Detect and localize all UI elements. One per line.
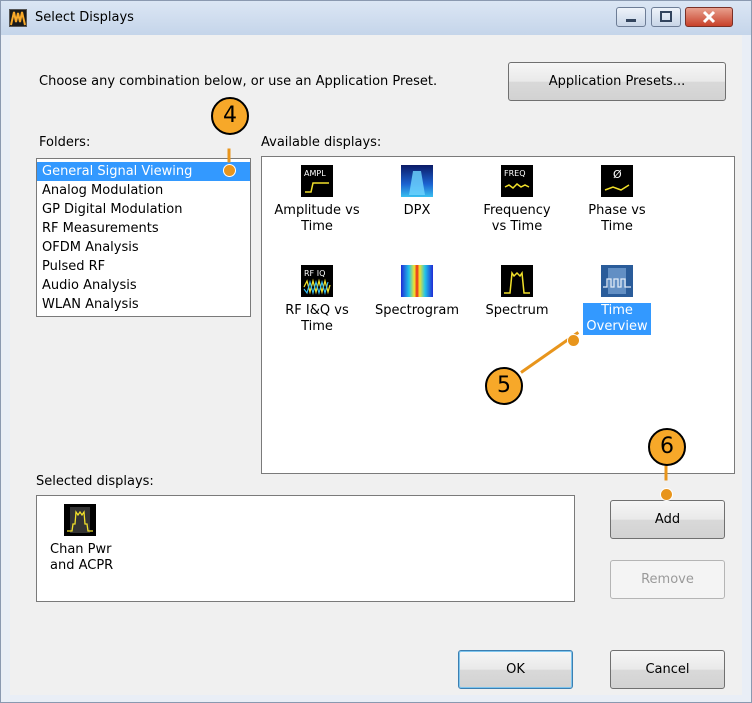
display-label-line1: Time: [601, 303, 633, 318]
display-rf-iq-vs-time[interactable]: RF IQ RF I&Q vs Time: [262, 265, 372, 335]
display-label-line1: Phase vs: [588, 203, 646, 218]
display-amplitude-vs-time[interactable]: AMPL Amplitude vs Time: [262, 165, 372, 235]
display-label-line2: Time: [301, 219, 333, 234]
dialog-content: Choose any combination below, or use an …: [10, 35, 742, 695]
display-label-line2: vs Time: [491, 219, 543, 234]
svg-text:AMPL: AMPL: [304, 169, 326, 178]
folder-item-analog-modulation[interactable]: Analog Modulation: [37, 181, 250, 200]
display-phase-vs-time[interactable]: Ø Phase vs Time: [562, 165, 672, 235]
application-presets-button[interactable]: Application Presets...: [508, 62, 726, 101]
svg-text:RF IQ: RF IQ: [304, 269, 325, 278]
callout-badge-6: 6: [648, 428, 686, 466]
phase-icon: Ø: [601, 165, 633, 197]
callout-leader-4: [227, 148, 231, 163]
spectrogram-icon: [401, 265, 433, 297]
close-icon: [702, 10, 716, 24]
minimize-icon: [626, 19, 636, 22]
chan-pwr-icon: [64, 504, 96, 536]
selected-display-label-line2: and ACPR: [50, 558, 114, 573]
selected-displays-label: Selected displays:: [36, 474, 154, 489]
time-overview-icon: [601, 265, 633, 297]
display-label-line1: Spectrum: [485, 303, 549, 318]
display-label-line2: Time: [601, 219, 633, 234]
intro-text: Choose any combination below, or use an …: [39, 74, 438, 89]
folder-item-ofdm-analysis[interactable]: OFDM Analysis: [37, 238, 250, 257]
frequency-icon: FREQ: [501, 165, 533, 197]
display-spectrogram[interactable]: Spectrogram: [362, 265, 472, 319]
display-label-line1: Spectrogram: [375, 303, 459, 318]
dialog-window: Select Displays Choose any combination b…: [0, 0, 752, 703]
minimize-button[interactable]: [616, 7, 646, 27]
rf-iq-icon: RF IQ: [301, 265, 333, 297]
display-label-line2: Overview: [586, 319, 648, 334]
display-frequency-vs-time[interactable]: FREQ Frequency vs Time: [462, 165, 572, 235]
folder-item-rf-measurements[interactable]: RF Measurements: [37, 219, 250, 238]
display-label-line1: Frequency: [483, 203, 551, 218]
callout-badge-5: 5: [485, 367, 523, 405]
selected-display-chan-pwr-acpr[interactable]: Chan Pwr and ACPR: [50, 504, 113, 574]
callout-dot-6: [660, 488, 673, 501]
remove-button[interactable]: Remove: [610, 560, 725, 599]
display-label-line1: Amplitude vs: [274, 203, 360, 218]
close-button[interactable]: [685, 7, 733, 27]
callout-dot-5: [567, 334, 580, 347]
title-bar[interactable]: Select Displays: [1, 1, 751, 35]
amplitude-icon: AMPL: [301, 165, 333, 197]
folder-item-audio-analysis[interactable]: Audio Analysis: [37, 276, 250, 295]
spectrum-icon: [501, 265, 533, 297]
display-spectrum[interactable]: Spectrum: [462, 265, 572, 319]
folders-label: Folders:: [39, 135, 91, 150]
cancel-button[interactable]: Cancel: [610, 650, 725, 689]
folder-item-pulsed-rf[interactable]: Pulsed RF: [37, 257, 250, 276]
svg-text:FREQ: FREQ: [504, 169, 526, 178]
display-label-line1: RF I&Q vs: [285, 303, 349, 318]
selected-display-label-line1: Chan Pwr: [50, 542, 112, 557]
ok-button[interactable]: OK: [458, 650, 573, 689]
display-time-overview[interactable]: Time Overview: [562, 265, 672, 335]
svg-text:Ø: Ø: [613, 168, 622, 181]
selected-displays-list[interactable]: Chan Pwr and ACPR: [36, 495, 575, 602]
callout-badge-4: 4: [211, 97, 249, 135]
app-logo-icon: [9, 9, 27, 27]
folder-item-gp-digital-modulation[interactable]: GP Digital Modulation: [37, 200, 250, 219]
window-title: Select Displays: [35, 10, 134, 25]
display-dpx[interactable]: DPX: [362, 165, 472, 219]
callout-dot-4: [223, 164, 236, 177]
maximize-icon: [660, 11, 672, 22]
dpx-icon: [401, 165, 433, 197]
maximize-button[interactable]: [651, 7, 681, 27]
folder-item-wlan-analysis[interactable]: WLAN Analysis: [37, 295, 250, 314]
folders-list[interactable]: General Signal Viewing Analog Modulation…: [36, 158, 251, 317]
available-displays-list[interactable]: AMPL Amplitude vs Time DPX FREQ Frequency…: [261, 156, 735, 474]
display-label-line1: DPX: [403, 203, 431, 218]
folder-item-general-signal-viewing[interactable]: General Signal Viewing: [37, 162, 250, 181]
add-button[interactable]: Add: [610, 500, 725, 539]
display-label-line2: Time: [301, 319, 333, 334]
available-displays-label: Available displays:: [261, 135, 382, 150]
